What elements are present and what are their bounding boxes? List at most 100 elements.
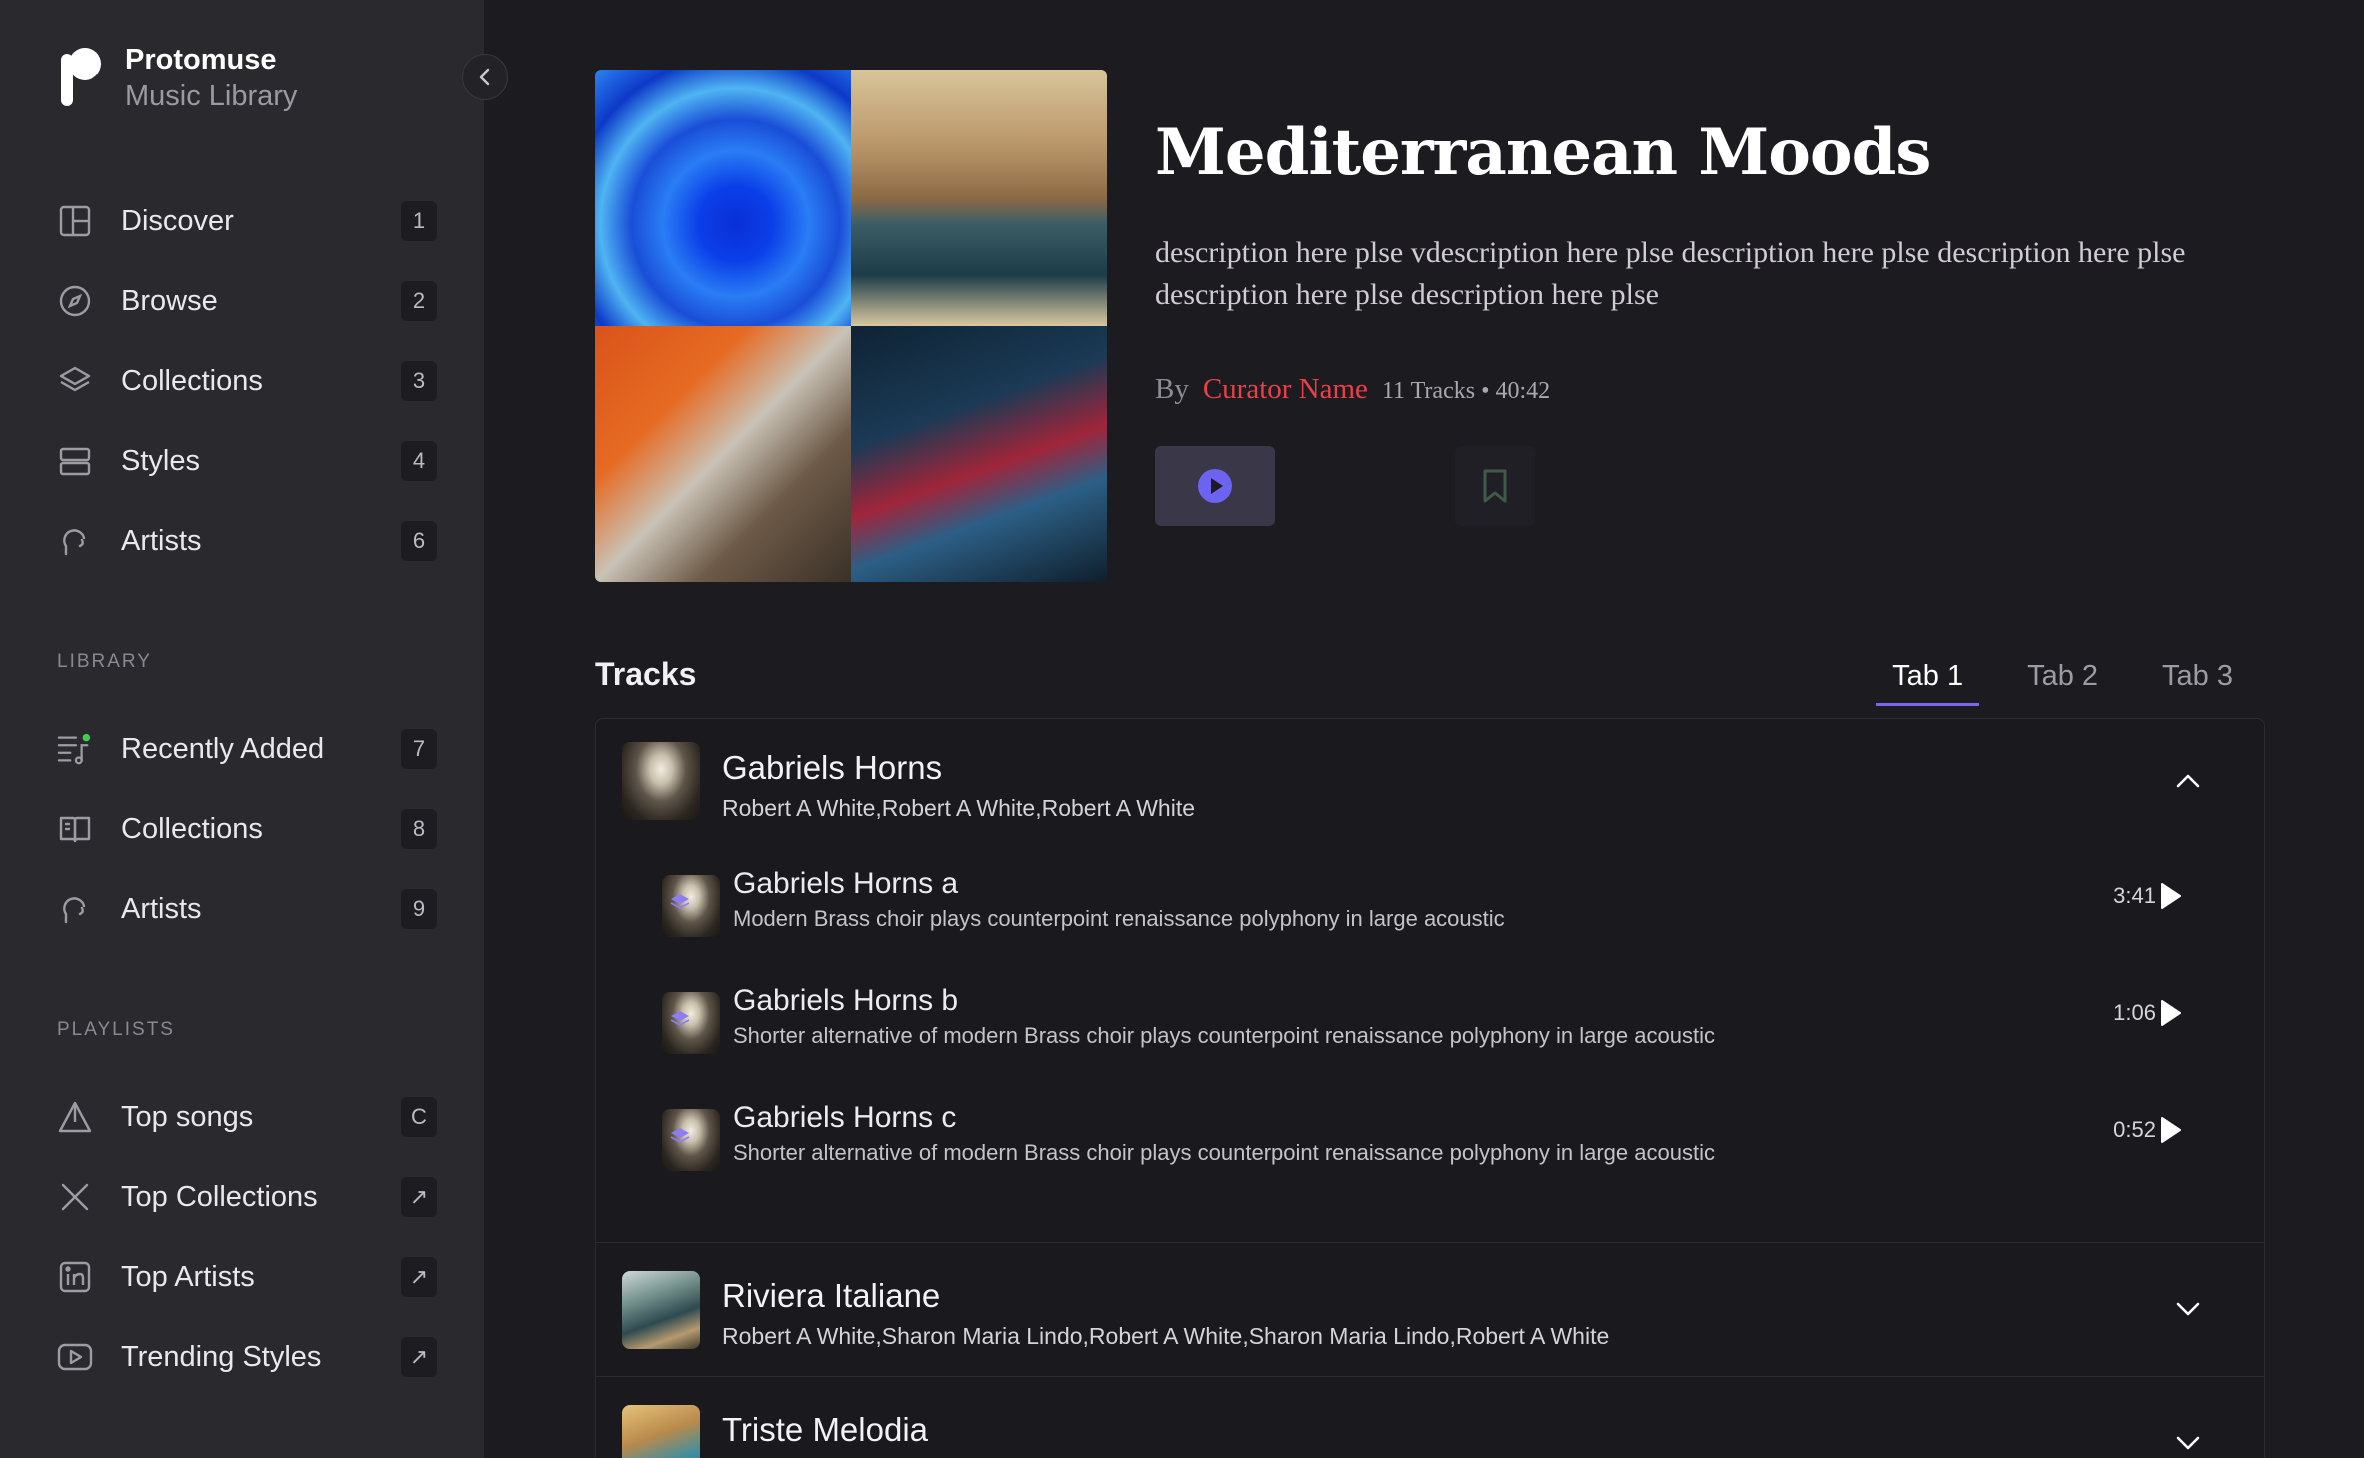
group-title: Gabriels Horns bbox=[722, 749, 943, 786]
track-row[interactable]: Gabriels Horns c Shorter alternative of … bbox=[596, 1081, 2264, 1198]
nav-item-discover[interactable]: Discover 1 bbox=[57, 181, 437, 261]
collection-mark-icon bbox=[670, 894, 690, 909]
book-icon bbox=[57, 811, 93, 847]
nav-label: Top Artists bbox=[121, 1260, 255, 1293]
track-description: Modern Brass choir plays counterpoint re… bbox=[733, 906, 1505, 931]
chevron-down-icon bbox=[2176, 1436, 2200, 1450]
track-group-header[interactable]: Gabriels Horns Robert A White,Robert A W… bbox=[596, 719, 2264, 847]
cover-tile-desert bbox=[595, 326, 851, 582]
track-artwork bbox=[662, 1109, 720, 1171]
nav-item-artists[interactable]: Artists 6 bbox=[57, 501, 437, 581]
sidebar: Protomuse Music Library Discover 1 Brows… bbox=[0, 0, 484, 1458]
nav-item-library-artists[interactable]: Artists 9 bbox=[57, 869, 437, 949]
shortcut-badge: 1 bbox=[401, 201, 437, 241]
curator-link[interactable]: Curator Name bbox=[1203, 373, 1368, 406]
track-duration: 1:06 bbox=[2113, 1000, 2156, 1025]
collapse-sidebar-button[interactable] bbox=[462, 54, 508, 100]
nav-item-top-collections[interactable]: Top Collections ↗ bbox=[57, 1157, 437, 1237]
chevron-down-icon bbox=[2176, 1302, 2200, 1316]
track-row[interactable]: Gabriels Horns a Modern Brass choir play… bbox=[596, 847, 2264, 964]
track-group-triste-melodia: Triste Melodia bbox=[596, 1377, 2264, 1458]
group-artwork bbox=[622, 1405, 700, 1458]
track-artwork bbox=[662, 992, 720, 1054]
playlist-music-icon bbox=[57, 731, 93, 767]
nav-item-collections[interactable]: Collections 3 bbox=[57, 341, 437, 421]
cover-tile-neon bbox=[851, 326, 1107, 582]
track-group-header[interactable]: Riviera Italiane Robert A White,Sharon M… bbox=[596, 1243, 2264, 1371]
chevron-up-icon bbox=[2176, 774, 2200, 788]
shortcut-badge: 8 bbox=[401, 809, 437, 849]
nav-item-styles[interactable]: Styles 4 bbox=[57, 421, 437, 501]
nav-label: Artists bbox=[121, 524, 202, 557]
collapse-group-button[interactable] bbox=[2172, 765, 2204, 797]
track-description: Shorter alternative of modern Brass choi… bbox=[733, 1023, 1715, 1048]
track-group-header[interactable]: Triste Melodia bbox=[596, 1377, 2264, 1458]
grid-icon bbox=[57, 203, 93, 239]
tab-2[interactable]: Tab 2 bbox=[2011, 656, 2114, 706]
track-title: Gabriels Horns c bbox=[733, 1101, 957, 1134]
tracks-tabs: Tab 1 Tab 2 Tab 3 bbox=[1844, 656, 2249, 706]
track-group-gabriels-horns: Gabriels Horns Robert A White,Robert A W… bbox=[596, 719, 2264, 1243]
nav-label: Recently Added bbox=[121, 732, 325, 765]
by-label: By bbox=[1155, 373, 1189, 405]
cover-tile-blue-abstract bbox=[595, 70, 851, 326]
nav-item-trending-styles[interactable]: Trending Styles ↗ bbox=[57, 1317, 437, 1397]
track-artwork bbox=[662, 875, 720, 937]
play-track-icon[interactable] bbox=[2156, 1115, 2184, 1145]
collection-mark-icon bbox=[670, 1011, 690, 1026]
nav-item-top-songs[interactable]: Top songs C bbox=[57, 1077, 437, 1157]
group-artists: Robert A White,Sharon Maria Lindo,Robert… bbox=[722, 1323, 1610, 1349]
nav-label: Discover bbox=[121, 204, 234, 237]
shortcut-badge: 3 bbox=[401, 361, 437, 401]
nav-item-library-collections[interactable]: Collections 8 bbox=[57, 789, 437, 869]
playlists-section-title: PLAYLISTS bbox=[57, 1019, 175, 1040]
group-artwork bbox=[622, 742, 700, 820]
expand-group-button[interactable] bbox=[2172, 1293, 2204, 1325]
tab-3[interactable]: Tab 3 bbox=[2146, 656, 2249, 706]
shortcut-badge: 4 bbox=[401, 441, 437, 481]
nav-item-browse[interactable]: Browse 2 bbox=[57, 261, 437, 341]
play-track-icon[interactable] bbox=[2156, 998, 2184, 1028]
shortcut-badge: 9 bbox=[401, 889, 437, 929]
nav-label: Collections bbox=[121, 812, 263, 845]
track-duration: 3:41 bbox=[2113, 883, 2156, 908]
track-duration: 0:52 bbox=[2113, 1117, 2156, 1142]
shortcut-badge: 6 bbox=[401, 521, 437, 561]
nav-item-top-artists[interactable]: Top Artists ↗ bbox=[57, 1237, 437, 1317]
track-title: Gabriels Horns a bbox=[733, 867, 959, 900]
play-circle-icon bbox=[1198, 469, 1232, 503]
playlist-cover-art bbox=[595, 70, 1107, 582]
group-title: Triste Melodia bbox=[722, 1411, 929, 1448]
youtube-icon bbox=[57, 1339, 93, 1375]
tab-1[interactable]: Tab 1 bbox=[1876, 656, 1980, 706]
group-title: Riviera Italiane bbox=[722, 1277, 941, 1314]
nav-label: Styles bbox=[121, 444, 200, 477]
x-logo-icon bbox=[57, 1179, 93, 1215]
external-link-badge: ↗ bbox=[401, 1257, 437, 1297]
shortcut-badge: 7 bbox=[401, 729, 437, 769]
main-nav: Discover 1 Browse 2 Collections 3 Styles… bbox=[57, 181, 437, 581]
nav-label: Artists bbox=[121, 892, 202, 925]
nav-label: Top songs bbox=[121, 1100, 254, 1133]
bookmark-button[interactable] bbox=[1455, 446, 1535, 526]
group-artwork bbox=[622, 1271, 700, 1349]
brand-name: Protomuse bbox=[125, 44, 277, 76]
expand-group-button[interactable] bbox=[2172, 1427, 2204, 1458]
bookmark-icon bbox=[1483, 469, 1507, 503]
collection-mark-icon bbox=[670, 1128, 690, 1143]
track-description: Shorter alternative of modern Brass choi… bbox=[733, 1140, 1715, 1165]
nav-label: Trending Styles bbox=[121, 1340, 322, 1373]
play-track-icon[interactable] bbox=[2156, 881, 2184, 911]
nav-item-recently-added[interactable]: Recently Added 7 bbox=[57, 709, 437, 789]
compass-icon bbox=[57, 283, 93, 319]
protomuse-logo-icon bbox=[61, 48, 101, 106]
playlist-title: Mediterranean Moods bbox=[1155, 115, 1931, 190]
brand-subtitle: Music Library bbox=[125, 80, 298, 112]
track-group-riviera-italiane: Riviera Italiane Robert A White,Sharon M… bbox=[596, 1243, 2264, 1377]
playlist-description: description here plse vdescription here … bbox=[1155, 236, 2186, 311]
brand[interactable]: Protomuse Music Library bbox=[57, 42, 297, 114]
tracks-heading: Tracks bbox=[595, 656, 697, 692]
play-playlist-button[interactable] bbox=[1155, 446, 1275, 526]
library-section-title: LIBRARY bbox=[57, 651, 152, 672]
track-row[interactable]: Gabriels Horns b Shorter alternative of … bbox=[596, 964, 2264, 1081]
